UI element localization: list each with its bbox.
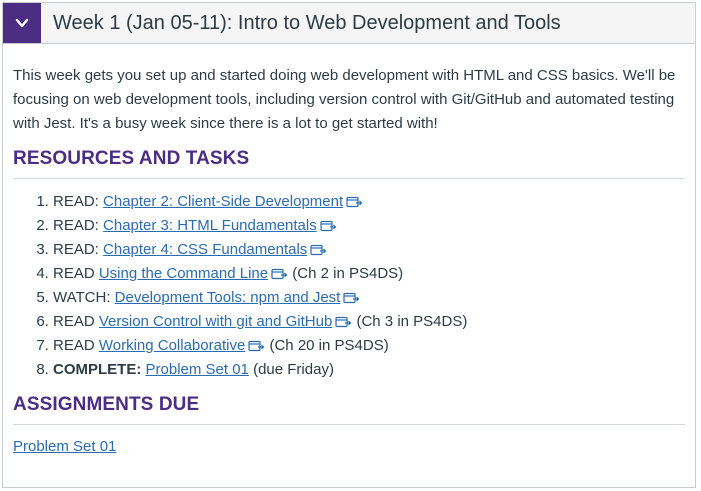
external-link-icon[interactable] xyxy=(320,219,337,232)
resource-link[interactable]: Working Collaborative xyxy=(99,337,245,354)
task-note: (Ch 3 in PS4DS) xyxy=(356,313,468,330)
task-type: WATCH: xyxy=(53,289,115,306)
external-link-icon[interactable] xyxy=(346,195,363,208)
list-item: READ: Chapter 2: Client-Side Development xyxy=(53,190,685,214)
list-item: READ: Chapter 3: HTML Fundamentals xyxy=(53,214,685,238)
resources-list: READ: Chapter 2: Client-Side Development… xyxy=(13,190,685,382)
resource-link[interactable]: Problem Set 01 xyxy=(146,361,249,378)
list-item: READ: Chapter 4: CSS Fundamentals xyxy=(53,238,685,262)
module-content: This week gets you set up and started do… xyxy=(3,44,695,456)
list-item: COMPLETE: Problem Set 01 (due Friday) xyxy=(53,358,685,382)
resource-link[interactable]: Version Control with git and GitHub xyxy=(99,313,332,330)
task-type: READ: xyxy=(53,217,104,234)
list-item: WATCH: Development Tools: npm and Jest xyxy=(53,286,685,310)
external-link-icon[interactable] xyxy=(343,291,360,304)
resource-link[interactable]: Chapter 3: HTML Fundamentals xyxy=(103,217,317,234)
task-note: (due Friday) xyxy=(253,361,334,378)
external-link-icon[interactable] xyxy=(248,339,265,352)
task-note: (Ch 2 in PS4DS) xyxy=(292,265,404,282)
assignment-link[interactable]: Problem Set 01 xyxy=(13,438,116,455)
task-type: READ: xyxy=(53,193,104,210)
list-item: READ Working Collaborative (Ch 20 in PS4… xyxy=(53,334,685,358)
chevron-down-icon xyxy=(15,18,29,28)
module-title: Week 1 (Jan 05-11): Intro to Web Develop… xyxy=(53,11,561,34)
task-type: COMPLETE: xyxy=(53,361,142,378)
external-link-icon[interactable] xyxy=(335,315,352,328)
external-link-icon[interactable] xyxy=(271,267,288,280)
task-type: READ xyxy=(53,313,99,330)
collapse-toggle-button[interactable] xyxy=(3,3,41,43)
resource-link[interactable]: Development Tools: npm and Jest xyxy=(115,289,341,306)
module-panel: Week 1 (Jan 05-11): Intro to Web Develop… xyxy=(2,2,696,488)
intro-text: This week gets you set up and started do… xyxy=(13,67,676,132)
assignments-heading: ASSIGNMENTS DUE xyxy=(13,394,685,425)
task-type: READ xyxy=(53,265,99,282)
list-item: READ Version Control with git and GitHub… xyxy=(53,310,685,334)
task-note: (Ch 20 in PS4DS) xyxy=(269,337,389,354)
resource-link[interactable]: Using the Command Line xyxy=(99,265,268,282)
external-link-icon[interactable] xyxy=(310,243,327,256)
task-type: READ xyxy=(53,337,99,354)
resource-link[interactable]: Chapter 4: CSS Fundamentals xyxy=(103,241,307,258)
list-item: READ Using the Command Line (Ch 2 in PS4… xyxy=(53,262,685,286)
resource-link[interactable]: Chapter 2: Client-Side Development xyxy=(103,193,343,210)
module-header[interactable]: Week 1 (Jan 05-11): Intro to Web Develop… xyxy=(3,3,695,44)
task-type: READ: xyxy=(53,241,104,258)
resources-heading: RESOURCES AND TASKS xyxy=(13,148,685,179)
